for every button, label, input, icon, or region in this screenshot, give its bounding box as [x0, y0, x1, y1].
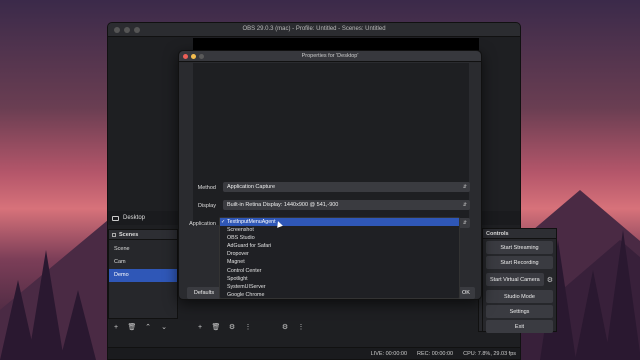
- scenes-panel: Scenes Scene Cam Demo: [108, 229, 178, 319]
- sources-toolbar: + 🗑 ⚙ ⋮: [195, 320, 253, 334]
- rec-status: REC: 00:00:00: [417, 350, 454, 357]
- mixer-settings-icon[interactable]: ⚙: [280, 322, 290, 332]
- source-properties-icon[interactable]: ⚙: [227, 322, 237, 332]
- defaults-button[interactable]: Defaults: [187, 287, 221, 299]
- mixer-toolbar: ⚙ ⋮: [280, 320, 306, 334]
- application-option[interactable]: OBS Studio: [220, 234, 459, 242]
- application-option[interactable]: Screenshot: [220, 226, 459, 234]
- controls-column: Controls Start Streaming Start Recording…: [482, 228, 557, 333]
- application-option[interactable]: ✓ TextInputMenuAgent: [220, 218, 459, 227]
- application-option-label: Dropover: [227, 251, 249, 258]
- application-option-label: TextInputMenuAgent: [227, 219, 276, 225]
- remove-scene-icon[interactable]: 🗑: [127, 322, 137, 332]
- monitor-icon: [112, 215, 119, 221]
- scene-item[interactable]: Cam: [109, 256, 177, 269]
- move-up-icon[interactable]: ⌃: [143, 322, 153, 332]
- mixer-more-icon[interactable]: ⋮: [296, 322, 306, 332]
- checkmark-icon: ✓: [221, 219, 226, 225]
- virtual-camera-settings-icon[interactable]: ⚙: [547, 276, 556, 284]
- status-bar: LIVE: 00:00:00 REC: 00:00:00 CPU: 7.8%, …: [108, 347, 520, 359]
- select-arrows-icon: ⇵: [462, 184, 467, 190]
- scene-list: Scene Cam Demo: [109, 240, 177, 282]
- application-option-label: Screenshot: [227, 227, 254, 234]
- scene-item[interactable]: Demo: [109, 269, 177, 282]
- start-virtual-camera-button[interactable]: Start Virtual Camera: [486, 273, 544, 286]
- application-option[interactable]: SystemUIServer: [220, 283, 459, 291]
- application-option-label: Google Chrome: [227, 291, 265, 298]
- method-value: Application Capture: [227, 184, 276, 190]
- properties-title: Properties for 'Desktop': [301, 53, 359, 59]
- start-streaming-button[interactable]: Start Streaming: [486, 241, 553, 254]
- application-option-label: Control Center: [227, 267, 262, 274]
- source-more-icon[interactable]: ⋮: [243, 322, 253, 332]
- display-value: Built-in Retina Display: 1440x900 @ 541,…: [227, 202, 339, 208]
- application-option-label: AdGuard for Safari: [227, 243, 272, 250]
- application-option[interactable]: Google Chrome: [220, 291, 459, 299]
- add-source-icon[interactable]: +: [195, 322, 205, 332]
- move-down-icon[interactable]: ⌄: [159, 322, 169, 332]
- method-row: Method Application Capture ⇵: [179, 182, 483, 193]
- source-name: Desktop: [123, 215, 146, 221]
- main-window-titlebar: OBS 29.0.3 (mac) - Profile: Untitled - S…: [108, 23, 520, 37]
- application-option[interactable]: Spotlight: [220, 275, 459, 283]
- settings-button[interactable]: Settings: [486, 305, 553, 318]
- application-option[interactable]: Magnet: [220, 258, 459, 266]
- scenes-header-label: Scenes: [119, 231, 139, 238]
- application-option[interactable]: AdGuard for Safari: [220, 242, 459, 250]
- scene-item[interactable]: Scene: [109, 243, 177, 256]
- display-row: Display Built-in Retina Display: 1440x90…: [179, 200, 483, 211]
- application-option-label: Spotlight: [227, 275, 248, 282]
- method-label: Method: [197, 184, 216, 191]
- scenes-toolbar: + 🗑 ⌃ ⌄: [111, 320, 169, 334]
- display-select[interactable]: Built-in Retina Display: 1440x900 @ 541,…: [223, 200, 470, 210]
- live-status: LIVE: 00:00:00: [370, 350, 408, 357]
- main-window-title: OBS 29.0.3 (mac) - Profile: Untitled - S…: [242, 26, 386, 32]
- application-dropdown-menu: ✓ TextInputMenuAgent Screenshot OBS Studio A…: [219, 217, 460, 299]
- application-option[interactable]: Control Center: [220, 267, 459, 275]
- cpu-status: CPU: 7.8%, 29.03 fps: [463, 350, 516, 357]
- application-option-label: SystemUIServer: [227, 283, 266, 290]
- add-scene-icon[interactable]: +: [111, 322, 121, 332]
- studio-mode-button[interactable]: Studio Mode: [486, 290, 553, 303]
- application-option-label: OBS Studio: [227, 235, 255, 242]
- scenes-dock-icon: [112, 232, 116, 237]
- application-option[interactable]: Dropover: [220, 250, 459, 258]
- method-select[interactable]: Application Capture ⇵: [223, 182, 470, 192]
- start-recording-button[interactable]: Start Recording: [486, 256, 553, 269]
- scenes-header: Scenes: [109, 230, 177, 240]
- application-option-label: Magnet: [227, 259, 245, 266]
- application-label: Application: [189, 220, 216, 227]
- properties-titlebar: Properties for 'Desktop': [179, 51, 481, 62]
- controls-header: Controls: [483, 229, 556, 239]
- select-arrows-icon: ⇵: [462, 202, 467, 208]
- remove-source-icon[interactable]: 🗑: [211, 322, 221, 332]
- controls-header-label: Controls: [486, 230, 509, 237]
- display-label: Display: [197, 202, 216, 209]
- exit-button[interactable]: Exit: [486, 320, 553, 333]
- select-arrows-icon: ⇵: [462, 220, 467, 226]
